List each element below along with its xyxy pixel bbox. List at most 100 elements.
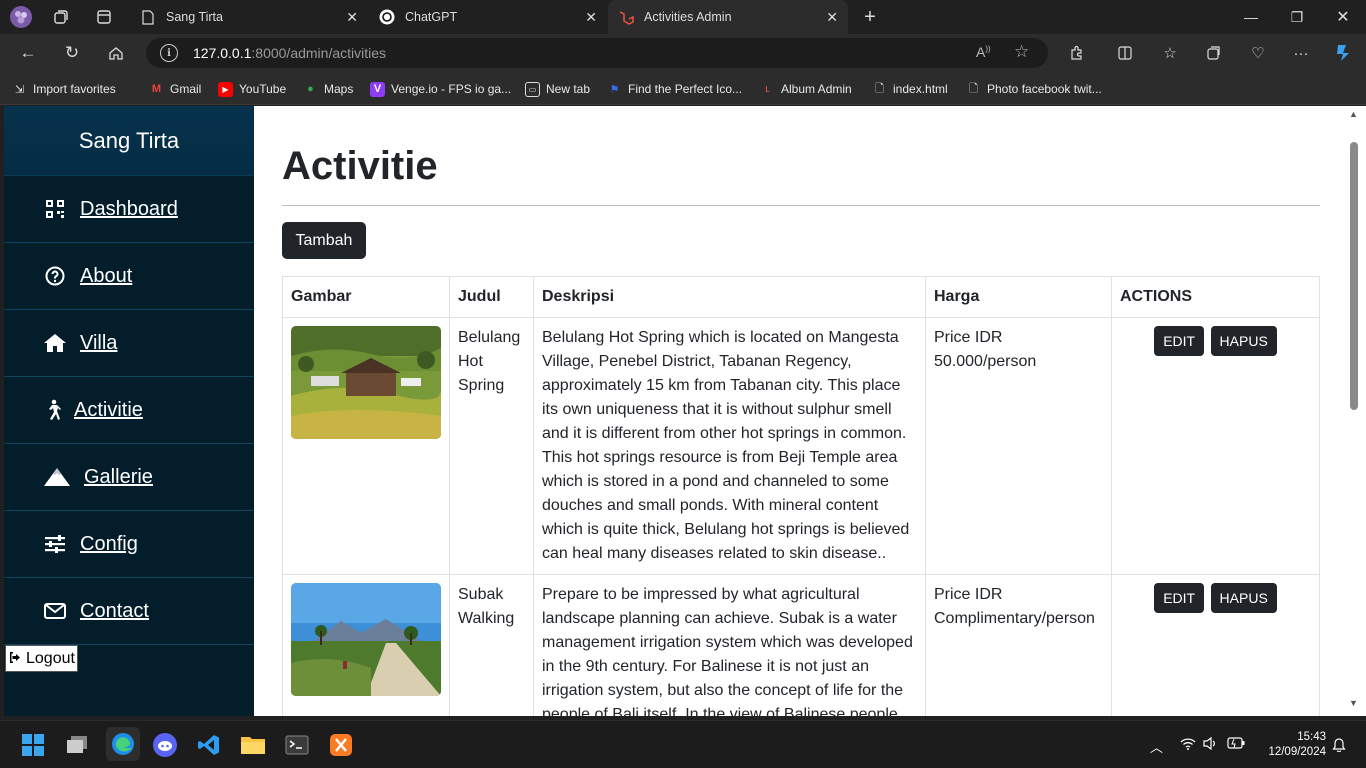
page-icon [140, 9, 156, 25]
reload-icon[interactable]: ↻ [58, 39, 86, 67]
favorites-icon[interactable]: ☆ [1158, 41, 1182, 65]
walking-person-icon [40, 397, 66, 423]
favorite-star-icon[interactable]: ☆ [1014, 42, 1029, 62]
favorite-venge[interactable]: V Venge.io - FPS io ga... [370, 80, 511, 98]
delete-button[interactable]: HAPUS [1210, 583, 1277, 613]
edge-browser-icon[interactable] [106, 727, 140, 761]
scroll-up-icon[interactable]: ▲ [1349, 109, 1358, 119]
activity-thumbnail-subak [291, 583, 441, 696]
home-icon[interactable] [102, 39, 130, 67]
browser-essentials-icon[interactable]: ♡ [1246, 41, 1270, 65]
home-icon [42, 330, 68, 356]
description-cell: Belulang Hot Spring which is located on … [533, 317, 926, 575]
windows-start-icon[interactable] [19, 731, 47, 759]
terminal-icon[interactable] [283, 731, 311, 759]
sidebar-item-gallerie[interactable]: Gallerie [4, 444, 254, 511]
logout-button[interactable]: Logout [5, 645, 78, 672]
image-cell [282, 574, 450, 716]
file-explorer-icon[interactable] [239, 731, 267, 759]
price-cell: Price IDR Complimentary/person [925, 574, 1112, 716]
sidebar-brand[interactable]: Sang Tirta [4, 106, 254, 176]
scroll-down-icon[interactable]: ▼ [1349, 698, 1358, 708]
close-tab-icon[interactable]: ✕ [826, 9, 838, 26]
profile-avatar-icon[interactable] [8, 5, 34, 29]
scrollbar-thumb[interactable] [1350, 142, 1358, 410]
vscode-icon[interactable] [195, 731, 223, 759]
extensions-icon[interactable] [1065, 41, 1089, 65]
back-icon[interactable]: ← [14, 39, 42, 67]
battery-icon[interactable] [1227, 737, 1245, 752]
copilot-icon[interactable] [1331, 41, 1355, 65]
volume-icon[interactable] [1203, 736, 1217, 753]
close-window-icon[interactable]: ✕ [1320, 0, 1366, 34]
favorite-find-icon[interactable]: ⚑ Find the Perfect Ico... [607, 80, 743, 98]
address-bar[interactable]: i 127.0.0.1:8000/admin/activities A)) ☆ [146, 38, 1048, 68]
xampp-icon[interactable] [327, 731, 355, 759]
clock-time: 15:43 [1297, 731, 1326, 743]
sidebar-item-label: Contact [80, 599, 149, 622]
vertical-tabs-icon[interactable] [91, 5, 117, 29]
tab-sang-tirta[interactable]: Sang Tirta ✕ [130, 0, 368, 34]
edit-button[interactable]: EDIT [1154, 326, 1205, 356]
favorite-index-html[interactable]: 🗋 index.html [872, 80, 948, 98]
maps-pin-icon: ● [307, 83, 314, 95]
close-tab-icon[interactable]: ✕ [585, 9, 597, 26]
site-info-icon[interactable]: i [160, 44, 178, 62]
column-header-gambar: Gambar [282, 276, 450, 318]
edit-button[interactable]: EDIT [1154, 583, 1205, 613]
column-header-deskripsi: Deskripsi [533, 276, 926, 318]
read-aloud-icon[interactable]: A)) [976, 44, 991, 60]
notification-bell-icon[interactable] [1332, 737, 1346, 755]
favorite-new-tab[interactable]: ▭ New tab [525, 80, 590, 98]
envelope-icon [42, 598, 68, 624]
actions-cell: EDIT HAPUS [1111, 574, 1320, 716]
tab-title: Activities Admin [644, 10, 732, 24]
clock-date: 12/09/2024 [1268, 746, 1326, 758]
new-tab-icon[interactable]: + [857, 5, 883, 29]
favorite-import[interactable]: ⇲ Import favorites [12, 80, 116, 98]
sidebar-item-label: Villa [80, 331, 118, 354]
wifi-icon[interactable] [1180, 737, 1196, 753]
page-scrollbar[interactable]: ▲ ▼ [1347, 106, 1366, 716]
table-row: Belulang Hot Spring Belulang Hot Spring … [282, 317, 1320, 575]
system-clock[interactable]: 15:43 12/09/2024 [1256, 730, 1326, 760]
favorite-youtube[interactable]: ▶ YouTube [218, 80, 286, 98]
table-row: Subak Walking Prepare to be impressed by… [282, 574, 1320, 716]
sidebar-item-villa[interactable]: Villa [4, 310, 254, 377]
sidebar-item-contact[interactable]: Contact [4, 578, 254, 645]
task-view-icon[interactable] [63, 731, 91, 759]
minimize-icon[interactable]: — [1228, 0, 1274, 34]
favorite-album-admin[interactable]: ʟ Album Admin [760, 80, 851, 98]
workspaces-icon[interactable] [48, 5, 74, 29]
divider [282, 205, 1320, 206]
description-cell: Prepare to be impressed by what agricult… [533, 574, 926, 716]
sidebar: Sang Tirta Dashboard About Villa Activit… [4, 106, 254, 716]
qr-grid-icon [42, 196, 68, 222]
show-hidden-icons-icon[interactable]: ︿ [1150, 737, 1163, 756]
collections-icon[interactable] [1202, 41, 1226, 65]
venge-icon: V [370, 81, 385, 97]
laravel-icon [618, 9, 634, 25]
delete-button[interactable]: HAPUS [1210, 326, 1277, 356]
discord-icon[interactable] [151, 731, 179, 759]
favorite-gmail[interactable]: M Gmail [149, 80, 201, 98]
sidebar-item-label: Config [80, 532, 138, 555]
sidebar-item-activitie[interactable]: Activitie [4, 377, 254, 444]
close-tab-icon[interactable]: ✕ [346, 9, 358, 26]
add-button[interactable]: Tambah [282, 222, 366, 259]
restore-icon[interactable]: ❐ [1274, 0, 1320, 34]
favorite-photo-facebook[interactable]: 🗋 Photo facebook twit... [966, 80, 1102, 98]
sidebar-item-config[interactable]: Config [4, 511, 254, 578]
split-screen-icon[interactable] [1113, 41, 1137, 65]
sidebar-item-dashboard[interactable]: Dashboard [4, 176, 254, 243]
laravel-icon: ʟ [765, 83, 770, 95]
tab-title: Sang Tirta [166, 10, 223, 24]
tab-chatgpt[interactable]: ChatGPT ✕ [369, 0, 607, 34]
tab-activities-admin[interactable]: Activities Admin ✕ [608, 0, 848, 34]
favorite-maps[interactable]: ● Maps [303, 80, 353, 98]
sidebar-item-about[interactable]: About [4, 243, 254, 310]
settings-more-icon[interactable]: ··· [1289, 41, 1313, 65]
gmail-icon: M [151, 83, 162, 95]
column-header-judul: Judul [449, 276, 534, 318]
page-title: Activitie [282, 144, 438, 188]
